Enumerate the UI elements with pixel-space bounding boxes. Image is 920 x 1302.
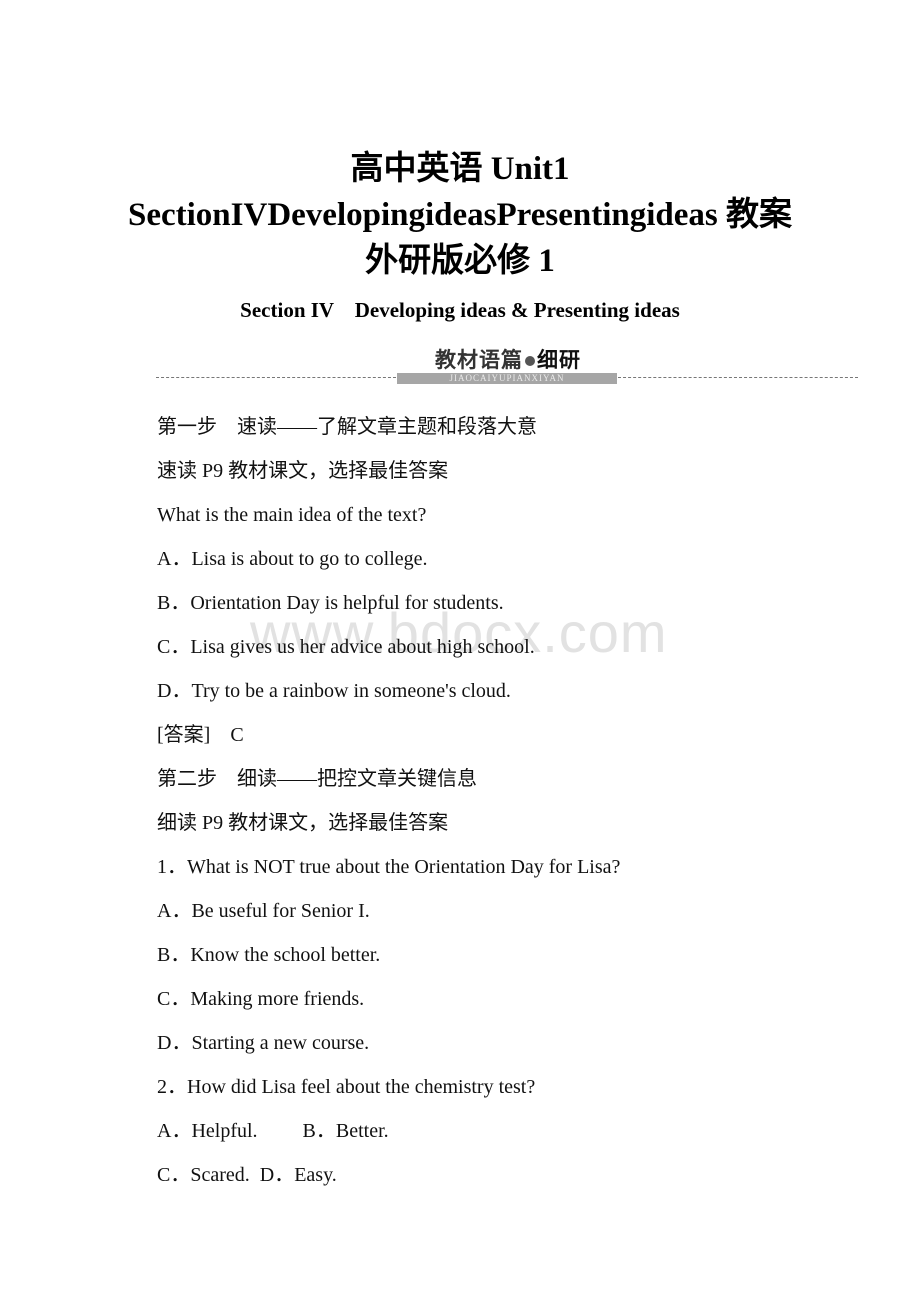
- section-banner: 教材语篇 细研 JIAOCAIYUPIANXIYAN: [156, 342, 858, 386]
- section-subtitle: Section IV Developing ideas & Presenting…: [240, 298, 680, 322]
- banner-heading-part2: 细研: [537, 348, 581, 372]
- q1-option-b: B．Know the school better.: [157, 944, 381, 966]
- answer-text: [答案] C: [157, 724, 244, 746]
- step-one-heading: 第一步 速读——了解文章主题和段落大意: [157, 416, 537, 438]
- dashed-divider-right: [618, 377, 858, 378]
- option-b: B．Orientation Day is helpful for student…: [157, 592, 504, 614]
- instruction-text: 速读 P9 教材课文，选择最佳答案: [157, 460, 449, 482]
- option-d: D．Try to be a rainbow in someone's cloud…: [157, 680, 511, 702]
- instruction-text: 细读 P9 教材课文，选择最佳答案: [157, 812, 449, 834]
- q2-options-cd: C．Scared. D．Easy.: [157, 1164, 337, 1186]
- banner-pinyin: JIAOCAIYUPIANXIYAN: [397, 373, 617, 384]
- question-2: 2．How did Lisa feel about the chemistry …: [157, 1076, 536, 1098]
- question-1: 1．What is NOT true about the Orientation…: [157, 856, 621, 878]
- q2-options-ab: A．Helpful. B．Better.: [157, 1120, 389, 1142]
- bullet-icon: [525, 356, 535, 366]
- title-line-3: 外研版必修 1: [365, 243, 555, 279]
- q1-option-a: A．Be useful for Senior I.: [157, 900, 370, 922]
- title-line-1: 高中英语 Unit1: [350, 151, 570, 187]
- q1-option-c: C．Making more friends.: [157, 988, 365, 1010]
- banner-heading: 教材语篇 细研: [418, 344, 598, 374]
- step-two-heading: 第二步 细读——把控文章关键信息: [157, 768, 477, 790]
- dashed-divider-left: [156, 377, 396, 378]
- option-c: C．Lisa gives us her advice about high sc…: [157, 636, 535, 658]
- q1-option-d: D．Starting a new course.: [157, 1032, 370, 1054]
- question-text: What is the main idea of the text?: [157, 504, 427, 526]
- banner-heading-part1: 教材语篇: [435, 348, 523, 372]
- title-line-2: SectionIVDevelopingideasPresentingideas …: [128, 197, 792, 233]
- option-a: A．Lisa is about to go to college.: [157, 548, 428, 570]
- document-title: 高中英语 Unit1 SectionIVDevelopingideasPrese…: [0, 146, 920, 284]
- document-body: 第一步 速读——了解文章主题和段落大意 速读 P9 教材课文，选择最佳答案 Wh…: [157, 405, 857, 1197]
